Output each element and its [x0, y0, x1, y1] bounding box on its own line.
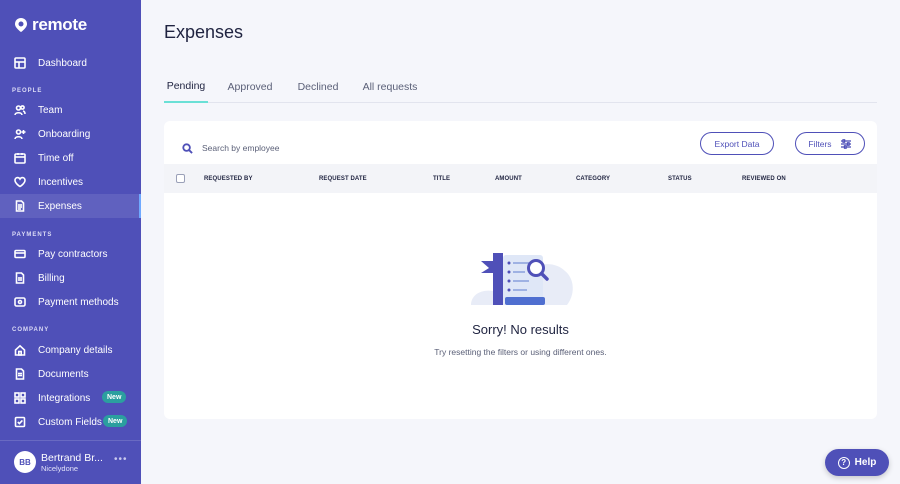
column-requested-by[interactable]: REQUESTED BY [204, 164, 253, 193]
more-options-icon[interactable]: ••• [114, 454, 128, 465]
sidebar: remote Dashboard PEOPLE Team Onboarding … [0, 0, 141, 484]
new-badge: New [102, 391, 127, 403]
sidebar-item-incentives[interactable]: Incentives [0, 170, 141, 194]
section-people: PEOPLE [12, 88, 43, 94]
sidebar-item-label: Expenses [38, 200, 82, 212]
sidebar-item-label: Dashboard [38, 57, 87, 69]
new-badge: New [103, 415, 128, 427]
grid-icon [13, 392, 26, 405]
sidebar-item-label: Incentives [38, 176, 84, 188]
sidebar-item-label: Onboarding [38, 128, 91, 140]
column-reviewed-on[interactable]: REVIEWED ON [742, 164, 786, 193]
sidebar-item-label: Pay contractors [38, 248, 108, 260]
tab-pending[interactable]: Pending [164, 70, 208, 103]
sidebar-item-onboarding[interactable]: Onboarding [0, 122, 141, 146]
users-icon [13, 104, 26, 117]
expenses-card: Export Data Filters REQUESTED BY REQUEST… [164, 121, 877, 419]
sidebar-item-custom-fields[interactable]: Custom Fields New [0, 410, 141, 434]
column-amount[interactable]: AMOUNT [495, 164, 522, 193]
sidebar-item-label: Payment methods [38, 296, 119, 308]
document-icon [13, 272, 26, 285]
column-title[interactable]: TITLE [433, 164, 450, 193]
logo-text: remote [32, 15, 87, 34]
empty-state-subtitle: Try resetting the filters or using diffe… [434, 347, 607, 357]
question-icon: ? [837, 456, 850, 469]
sidebar-item-payment-methods[interactable]: Payment methods [0, 290, 141, 314]
remote-logo[interactable]: remote [14, 15, 87, 35]
sidebar-item-label: Billing [38, 272, 65, 284]
checkbox-icon [13, 416, 26, 429]
user-plus-icon [13, 128, 26, 141]
wallet-icon [13, 296, 26, 309]
help-button[interactable]: ? Help [825, 449, 889, 476]
avatar: BB [14, 451, 36, 473]
search-icon [182, 142, 193, 154]
sidebar-item-integrations[interactable]: Integrations New [0, 386, 141, 410]
table-header: REQUESTED BY REQUEST DATE TITLE AMOUNT C… [164, 164, 877, 193]
empty-state-title: Sorry! No results [472, 322, 569, 337]
receipt-icon [13, 200, 26, 213]
sidebar-item-company-details[interactable]: Company details [0, 338, 141, 362]
heart-icon [13, 176, 26, 189]
filters-button[interactable]: Filters [795, 132, 865, 155]
sidebar-item-team[interactable]: Team [0, 98, 141, 122]
section-company: COMPANY [12, 327, 50, 333]
section-payments: PAYMENTS [12, 232, 53, 238]
select-all-checkbox[interactable] [176, 174, 185, 183]
sidebar-item-dashboard[interactable]: Dashboard [0, 51, 141, 75]
column-status[interactable]: STATUS [668, 164, 692, 193]
remote-logo-icon [15, 18, 27, 32]
search-bar [182, 137, 482, 159]
user-name: Bertrand Br... [41, 452, 103, 464]
sidebar-item-documents[interactable]: Documents [0, 362, 141, 386]
tab-declined[interactable]: Declined [296, 70, 340, 103]
sliders-icon [840, 138, 851, 149]
calendar-icon [13, 152, 26, 165]
column-category[interactable]: CATEGORY [576, 164, 610, 193]
sidebar-item-time-off[interactable]: Time off [0, 146, 141, 170]
search-input[interactable] [202, 143, 452, 153]
user-profile[interactable]: BB Bertrand Br... Nicelydone ••• [0, 440, 141, 484]
sidebar-item-label: Team [38, 104, 63, 116]
home-icon [13, 344, 26, 357]
tab-approved[interactable]: Approved [226, 70, 274, 103]
sidebar-item-label: Company details [38, 344, 113, 356]
sidebar-item-label: Time off [38, 152, 74, 164]
card-icon [13, 248, 26, 261]
sidebar-item-label: Documents [38, 368, 89, 380]
page-title: Expenses [164, 22, 244, 42]
user-company: Nicelydone [41, 464, 79, 473]
tab-bar: Pending Approved Declined All requests [164, 70, 877, 103]
filters-label: Filters [808, 138, 832, 149]
file-icon [13, 368, 26, 381]
sidebar-item-label: Integrations [38, 392, 91, 404]
dashboard-icon [13, 57, 26, 70]
tab-all-requests[interactable]: All requests [362, 70, 418, 103]
sidebar-item-billing[interactable]: Billing [0, 266, 141, 290]
sidebar-item-label: Custom Fields [38, 416, 102, 428]
sidebar-item-expenses[interactable]: Expenses [0, 194, 141, 218]
empty-state-illustration [471, 253, 573, 305]
help-label: Help [854, 457, 877, 468]
column-request-date[interactable]: REQUEST DATE [319, 164, 367, 193]
sidebar-item-pay-contractors[interactable]: Pay contractors [0, 242, 141, 266]
export-data-button[interactable]: Export Data [700, 132, 774, 155]
